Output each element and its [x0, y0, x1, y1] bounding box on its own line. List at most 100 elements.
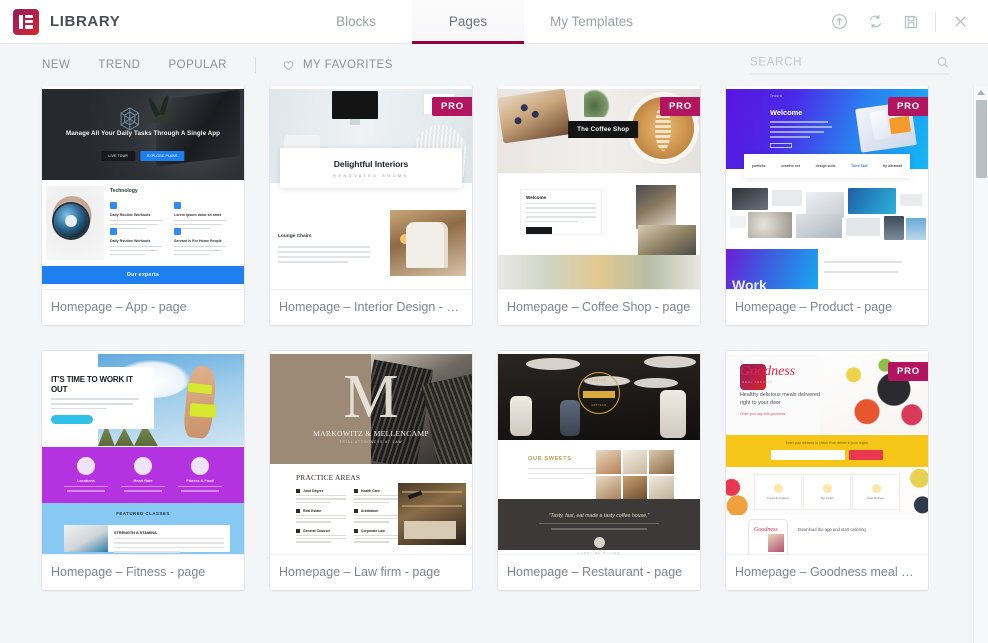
template-title: Homepage – Coffee Shop - page	[507, 300, 691, 314]
preview-section-title: OUR SWEETS	[528, 456, 572, 462]
preview-feature: Lorem ipsum dolor sit amet	[174, 213, 222, 217]
template-card[interactable]: PRO Delightful Interiors RENOVATED ROOMS…	[270, 86, 472, 325]
template-thumbnail[interactable]: PRO The Coffee Shop Welcome	[498, 86, 700, 290]
tab-my-templates[interactable]: My Templates	[524, 0, 659, 43]
preview-signature: CAROLINE MILLER	[577, 550, 621, 555]
preview-feature: Fresh & Organic	[767, 496, 789, 500]
template-card[interactable]: Manage All Your Daily Tasks Through A Si…	[42, 86, 244, 325]
preview-feature: Locations	[77, 479, 95, 483]
preview-button: EXPLORE PLANS	[139, 151, 185, 161]
divider	[935, 11, 936, 32]
preview-firm-name: MARKOWITZ & MELLENCAMP	[313, 429, 429, 438]
preview-section-title: Lounge Chairs	[278, 234, 312, 239]
preview-emblem-bottom: ARTISAN	[591, 404, 607, 407]
preview-feature: Fitness & Food	[186, 479, 214, 483]
template-card[interactable]: IT'S TIME TO WORK IT OUT Locations Heart	[42, 351, 244, 590]
brand: LIBRARY	[0, 0, 300, 43]
tab-pages[interactable]: Pages	[412, 0, 524, 44]
preview-practice-area: Corporate Law	[361, 528, 385, 533]
preview-class-title: STRENGTH & STAMINA	[114, 531, 157, 535]
divider	[254, 57, 256, 73]
preview-logo-sub: MEAL SERVICE	[742, 381, 774, 384]
scrollbar[interactable]	[973, 86, 988, 643]
search-icon[interactable]	[936, 56, 950, 70]
preview-emblem-top: BURGER	[591, 379, 607, 382]
preview-logo: Goodness	[740, 364, 795, 390]
preview-logo-strip: portfolio creative net design suite Thir…	[744, 154, 910, 178]
preview-practice-area: Joint Degree	[303, 489, 324, 493]
templates-grid: Manage All Your Daily Tasks Through A Si…	[0, 86, 988, 610]
preview-feature: Daily Routine Workouts	[110, 213, 151, 217]
filter-links: NEW TREND POPULAR MY FAVORITES	[42, 55, 393, 75]
template-card[interactable]: BURGER ARTISAN OUR SWEETS "Tasty, fast, …	[498, 351, 700, 590]
template-title: Homepage – Interior Design - page	[279, 300, 472, 314]
preview-card-title: Delightful Interiors	[333, 158, 409, 169]
status-badge: PRO	[888, 362, 928, 381]
avatar	[593, 536, 605, 548]
template-title: Homepage – Fitness - page	[51, 565, 206, 579]
preview-app-text: Download the app and start ordering	[798, 527, 866, 532]
template-thumbnail[interactable]: IT'S TIME TO WORK IT OUT Locations Heart	[42, 351, 244, 555]
preview-feature: Heart Rate	[133, 479, 153, 483]
preview-feature: Servant Is For Home People	[174, 239, 222, 243]
template-thumbnail[interactable]: Manage All Your Daily Tasks Through A Si…	[42, 86, 244, 290]
elementor-logo-icon	[13, 8, 39, 35]
template-thumbnail[interactable]: BURGER ARTISAN OUR SWEETS "Tasty, fast, …	[498, 351, 700, 555]
scrollbar-thumb[interactable]	[976, 100, 987, 178]
template-title: Homepage – Product - page	[735, 300, 893, 314]
upload-icon[interactable]	[823, 6, 855, 38]
search-box[interactable]	[750, 56, 950, 75]
filter-trend[interactable]: TREND	[98, 55, 140, 75]
heart-icon	[282, 59, 295, 72]
template-title: Homepage – Restaurant - page	[507, 565, 683, 579]
page-title: LIBRARY	[50, 13, 121, 30]
search-input[interactable]	[750, 56, 936, 69]
template-thumbnail[interactable]: PRO Teaura Welcome portfolio creative ne…	[726, 86, 928, 290]
preview-hero-heading: IT'S TIME TO WORK IT OUT	[51, 375, 133, 395]
preview-hero-label: The Coffee Shop	[568, 121, 639, 138]
preview-practice-area: General Counsel	[303, 528, 330, 533]
preview-signup-label: Enter your address to check if we delive…	[785, 441, 869, 445]
preview-welcome-title: Welcome	[526, 195, 547, 200]
close-icon[interactable]	[944, 6, 976, 38]
tab-blocks[interactable]: Blocks	[300, 0, 412, 43]
preview-practice-area: Arbitration	[361, 508, 379, 513]
preview-firm-tagline: TRIAL ATTORNEYS AT LAW	[339, 440, 403, 444]
preview-nav-brand: Teaura	[770, 94, 783, 98]
template-thumbnail[interactable]: PRO Delightful Interiors RENOVATED ROOMS…	[270, 86, 472, 290]
template-thumbnail[interactable]: M MARKOWITZ & MELLENCAMP TRIAL ATTORNEYS…	[270, 351, 472, 555]
template-card[interactable]: PRO Teaura Welcome portfolio creative ne…	[726, 86, 928, 325]
preview-card-subtitle: RENOVATED ROOMS	[333, 173, 409, 178]
preview-signup-button	[849, 450, 883, 460]
preview-feature: Top Chefs	[820, 496, 834, 500]
preview-hero-sub: Order your day with goodness	[740, 412, 786, 416]
filter-my-favorites[interactable]: MY FAVORITES	[282, 59, 393, 72]
preview-button: LIVE TOUR	[101, 151, 135, 161]
sync-icon[interactable]	[859, 6, 891, 38]
preview-footer-bar: Our experts	[42, 266, 244, 284]
preview-feature: Fast Delivery	[867, 496, 885, 500]
templates-scroll-area: Manage All Your Daily Tasks Through A Si…	[0, 86, 988, 643]
template-thumbnail[interactable]: PRO Goodness MEAL SERVICE Healthy delici…	[726, 351, 928, 555]
preview-practice-area: Real Estate	[303, 508, 322, 513]
preview-signup-input	[771, 450, 845, 460]
preview-hero-heading: Healthy delicious meals delivered right …	[740, 392, 821, 406]
template-card[interactable]: PRO The Coffee Shop Welcome Homepage – C…	[498, 86, 700, 325]
hexagon-icon	[119, 107, 141, 131]
scroll-up-arrow-icon[interactable]	[977, 90, 985, 95]
preview-monogram: M	[343, 363, 399, 431]
header-actions	[823, 0, 976, 43]
preview-feature: Daily Routine Workouts	[110, 239, 151, 243]
template-card[interactable]: PRO Goodness MEAL SERVICE Healthy delici…	[726, 351, 928, 590]
preview-app-logo: Goodness	[754, 527, 778, 533]
preview-hero-heading: Manage All Your Daily Tasks Through A Si…	[65, 130, 221, 137]
filter-bar: NEW TREND POPULAR MY FAVORITES	[0, 44, 988, 86]
save-icon[interactable]	[895, 6, 927, 38]
template-card[interactable]: M MARKOWITZ & MELLENCAMP TRIAL ATTORNEYS…	[270, 351, 472, 590]
filter-popular[interactable]: POPULAR	[168, 55, 226, 75]
filter-new[interactable]: NEW	[42, 55, 70, 75]
preview-practice-area: Health Care	[361, 489, 380, 493]
preview-section-title: FEATURED CLASSES	[116, 511, 170, 516]
template-title: Homepage – Goodness meal servi…	[735, 565, 928, 579]
status-badge: PRO	[432, 97, 472, 116]
